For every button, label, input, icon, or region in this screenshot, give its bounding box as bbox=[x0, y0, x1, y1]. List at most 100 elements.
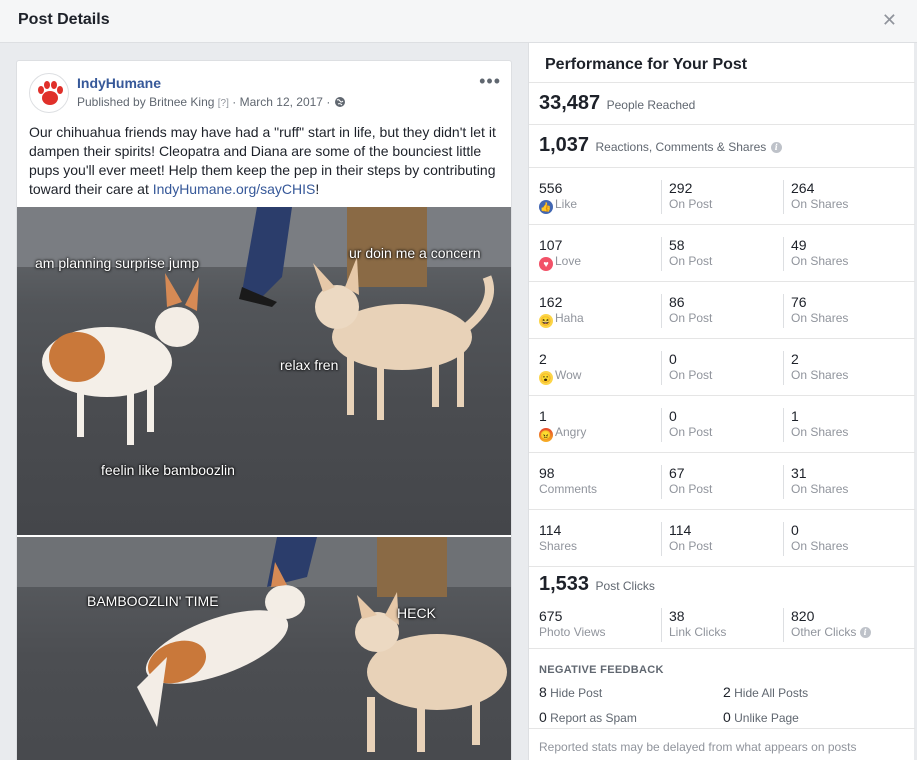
post-meta: Published by Britnee King [?] · March 12… bbox=[77, 95, 346, 111]
page-name-link[interactable]: IndyHumane bbox=[77, 75, 161, 91]
post-photo-1[interactable]: am planning surprise jump ur doin me a c… bbox=[17, 207, 511, 535]
reaction-row-love: 107 ♥ Love 58 On Post 49 On Shares bbox=[529, 225, 915, 282]
hide-all-posts-stat: 2 Hide All Posts bbox=[723, 684, 808, 700]
reaction-row-haha: 162 😆 Haha 86 On Post 76 On Shares bbox=[529, 282, 915, 339]
love-icon: ♥ bbox=[539, 257, 553, 271]
wow-total: 2 bbox=[539, 351, 547, 367]
unlike-page-stat: 0 Unlike Page bbox=[723, 709, 799, 725]
post-card: IndyHumane Published by Britnee King [?]… bbox=[16, 60, 512, 760]
link-clicks-label: Link Clicks bbox=[669, 625, 727, 639]
photo-caption: feelin like bamboozlin bbox=[101, 462, 235, 478]
performance-title: Performance for Your Post bbox=[545, 56, 748, 73]
stats-delay-note: Reported stats may be delayed from what … bbox=[539, 740, 857, 754]
reach-value: 33,487 bbox=[539, 92, 601, 114]
hide-post-stat: 8 Hide Post bbox=[539, 684, 602, 700]
dogs-photo-illustration bbox=[17, 537, 511, 752]
comments-on-post: 67 bbox=[669, 465, 685, 481]
haha-total: 162 bbox=[539, 294, 563, 310]
on-post-label: On Post bbox=[669, 368, 713, 382]
comments-row: 98 Comments 67 On Post 31 On Shares bbox=[529, 453, 915, 510]
angry-total: 1 bbox=[539, 408, 547, 424]
divider bbox=[529, 82, 915, 83]
haha-on-shares: 76 bbox=[791, 294, 807, 310]
close-icon[interactable]: ✕ bbox=[882, 10, 897, 31]
engagement-value: 1,037 bbox=[539, 134, 590, 156]
photo-caption: relax fren bbox=[280, 357, 339, 373]
like-total: 556 bbox=[539, 180, 563, 196]
divider bbox=[529, 124, 915, 125]
photo-caption: BAMBOOZLIN' TIME bbox=[87, 593, 219, 609]
wow-icon: 😮 bbox=[539, 371, 553, 385]
reaction-row-like: 556 👍 Like 292 On Post 264 On Shares bbox=[529, 168, 915, 225]
performance-panel: Performance for Your Post 33,487 People … bbox=[528, 43, 915, 760]
negative-feedback-title: NEGATIVE FEEDBACK bbox=[539, 664, 664, 676]
haha-on-post: 86 bbox=[669, 294, 685, 310]
info-icon[interactable]: i bbox=[859, 627, 871, 638]
love-on-shares: 49 bbox=[791, 237, 807, 253]
report-spam-stat: 0 Report as Spam bbox=[539, 709, 637, 725]
report-spam-value: 0 bbox=[539, 709, 547, 725]
clicks-value: 1,533 bbox=[539, 573, 590, 595]
info-icon[interactable]: i bbox=[770, 142, 782, 153]
on-post-label: On Post bbox=[669, 254, 713, 268]
paw-logo-icon bbox=[38, 81, 63, 105]
unlike-page-value: 0 bbox=[723, 709, 731, 725]
on-post-label: On Post bbox=[669, 311, 713, 325]
comments-total: 98 bbox=[539, 465, 555, 481]
angry-icon: 😠 bbox=[539, 428, 553, 442]
like-on-post: 292 bbox=[669, 180, 693, 196]
comments-on-shares: 31 bbox=[791, 465, 807, 481]
on-post-label: On Post bbox=[669, 425, 713, 439]
author-name[interactable]: Britnee King bbox=[149, 95, 214, 109]
other-clicks-value: 820 bbox=[791, 608, 815, 624]
on-shares-label: On Shares bbox=[791, 368, 849, 382]
hide-all-posts-value: 2 bbox=[723, 684, 731, 700]
divider bbox=[529, 728, 915, 729]
photo-views-label: Photo Views bbox=[539, 625, 606, 639]
avatar[interactable] bbox=[29, 73, 69, 113]
on-post-label: On Post bbox=[669, 197, 713, 211]
post-clicks-stat: 1,533 Post Clicks bbox=[539, 573, 655, 596]
on-post-label: On Post bbox=[669, 539, 713, 553]
report-spam-label: Report as Spam bbox=[550, 711, 637, 725]
help-link[interactable]: [?] bbox=[218, 98, 229, 109]
reaction-row-angry: 1 😠 Angry 0 On Post 1 On Shares bbox=[529, 396, 915, 453]
globe-icon bbox=[334, 96, 346, 111]
angry-on-post: 0 bbox=[669, 408, 677, 424]
engagement-stat: 1,037 Reactions, Comments & Shares i bbox=[539, 134, 782, 157]
post-text-end: ! bbox=[315, 181, 320, 197]
photo-caption: ur doin me a concern bbox=[349, 245, 481, 261]
comments-label: Comments bbox=[539, 482, 598, 496]
shares-on-post: 114 bbox=[669, 522, 692, 538]
on-shares-label: On Shares bbox=[791, 311, 849, 325]
photo-caption: am planning surprise jump bbox=[35, 255, 200, 271]
post-link[interactable]: IndyHumane.org/sayCHIS bbox=[153, 181, 316, 197]
on-post-label: On Post bbox=[669, 482, 713, 496]
on-shares-label: On Shares bbox=[791, 254, 849, 268]
meta-separator: · bbox=[326, 95, 331, 109]
post-date[interactable]: March 12, 2017 bbox=[240, 95, 323, 109]
people-reached-stat: 33,487 People Reached bbox=[539, 92, 695, 115]
on-shares-label: On Shares bbox=[791, 539, 849, 553]
hide-post-value: 8 bbox=[539, 684, 547, 700]
more-options-icon[interactable]: ••• bbox=[479, 71, 501, 92]
shares-total: 114 bbox=[539, 522, 562, 538]
dialog-header: Post Details ✕ bbox=[0, 0, 917, 43]
on-shares-label: On Shares bbox=[791, 197, 849, 211]
photo-views-value: 675 bbox=[539, 608, 563, 624]
photo-caption: HECK bbox=[397, 605, 436, 621]
post-text: Our chihuahua friends may have had a "ru… bbox=[29, 123, 505, 199]
haha-label: Haha bbox=[555, 311, 584, 325]
engagement-label: Reactions, Comments & Shares bbox=[595, 140, 767, 154]
negative-feedback-section: NEGATIVE FEEDBACK 8 Hide Post 2 Hide All… bbox=[529, 648, 915, 728]
like-label: Like bbox=[555, 197, 578, 211]
meta-separator: · bbox=[232, 95, 237, 109]
unlike-page-label: Unlike Page bbox=[734, 711, 799, 725]
post-photo-2[interactable]: BAMBOOZLIN' TIME HECK bbox=[17, 537, 511, 760]
on-shares-label: On Shares bbox=[791, 425, 849, 439]
love-on-post: 58 bbox=[669, 237, 685, 253]
like-on-shares: 264 bbox=[791, 180, 815, 196]
clicks-label: Post Clicks bbox=[595, 579, 655, 593]
shares-on-shares: 0 bbox=[791, 522, 799, 538]
love-total: 107 bbox=[539, 237, 563, 253]
